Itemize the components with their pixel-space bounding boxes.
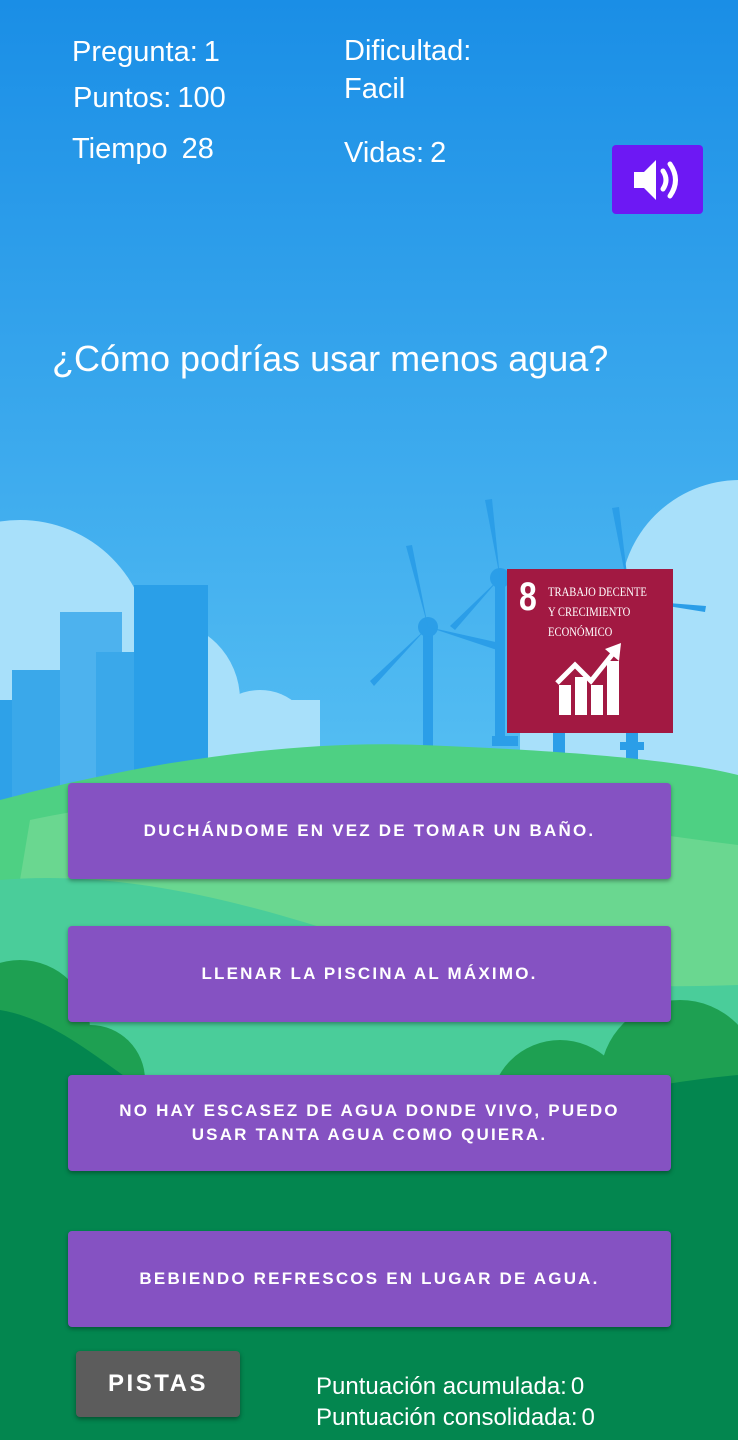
question-counter: Pregunta: 1 bbox=[72, 36, 220, 69]
answer-option-1[interactable]: DUCHÁNDOME EN VEZ DE TOMAR UN BAÑO. bbox=[68, 783, 671, 879]
growth-chart-icon bbox=[555, 643, 621, 715]
timer-label: Tiempo bbox=[72, 133, 168, 165]
lives-label: Vidas: bbox=[344, 137, 425, 169]
speaker-volume-icon bbox=[633, 159, 678, 200]
lives-counter: Vidas: 2 bbox=[344, 137, 446, 170]
lives-value: 2 bbox=[430, 137, 447, 169]
answer-option-4[interactable]: BEBIENDO REFRESCOS EN LUGAR DE AGUA. bbox=[68, 1231, 671, 1327]
question-text: ¿Cómo podrías usar menos agua? bbox=[52, 338, 609, 379]
sdg-title: Trabajo decente y crecimiento económico bbox=[548, 585, 647, 639]
timer-value: 28 bbox=[181, 133, 214, 165]
consolidated-score-value: 0 bbox=[581, 1404, 595, 1431]
sound-toggle-button[interactable] bbox=[612, 145, 703, 214]
points-counter: Puntos: 100 bbox=[73, 82, 226, 115]
consolidated-score: Puntuación consolidada: 0 bbox=[316, 1404, 595, 1432]
sdg-goal-card: 8 Trabajo decente y crecimiento económic… bbox=[507, 569, 673, 733]
answer-option-2[interactable]: LLENAR LA PISCINA AL MÁXIMO. bbox=[68, 926, 671, 1022]
accumulated-score-label: Puntuación acumulada: bbox=[316, 1373, 567, 1400]
accumulated-score-value: 0 bbox=[570, 1373, 585, 1400]
difficulty-value: Facil bbox=[344, 73, 406, 105]
timer: Tiempo 28 bbox=[72, 133, 214, 166]
hints-button[interactable]: PISTAS bbox=[76, 1351, 240, 1417]
accumulated-score: Puntuación acumulada: 0 bbox=[316, 1373, 584, 1401]
question-counter-label: Pregunta: bbox=[72, 36, 198, 68]
points-value: 100 bbox=[177, 82, 226, 114]
difficulty-label: Dificultad: bbox=[344, 35, 472, 67]
points-label: Puntos: bbox=[73, 82, 172, 114]
answer-option-3[interactable]: NO HAY ESCASEZ DE AGUA DONDE VIVO, PUEDO… bbox=[68, 1075, 671, 1171]
consolidated-score-label: Puntuación consolidada: bbox=[316, 1404, 578, 1431]
sdg-number: 8 bbox=[519, 575, 537, 619]
question-counter-value: 1 bbox=[203, 36, 220, 68]
